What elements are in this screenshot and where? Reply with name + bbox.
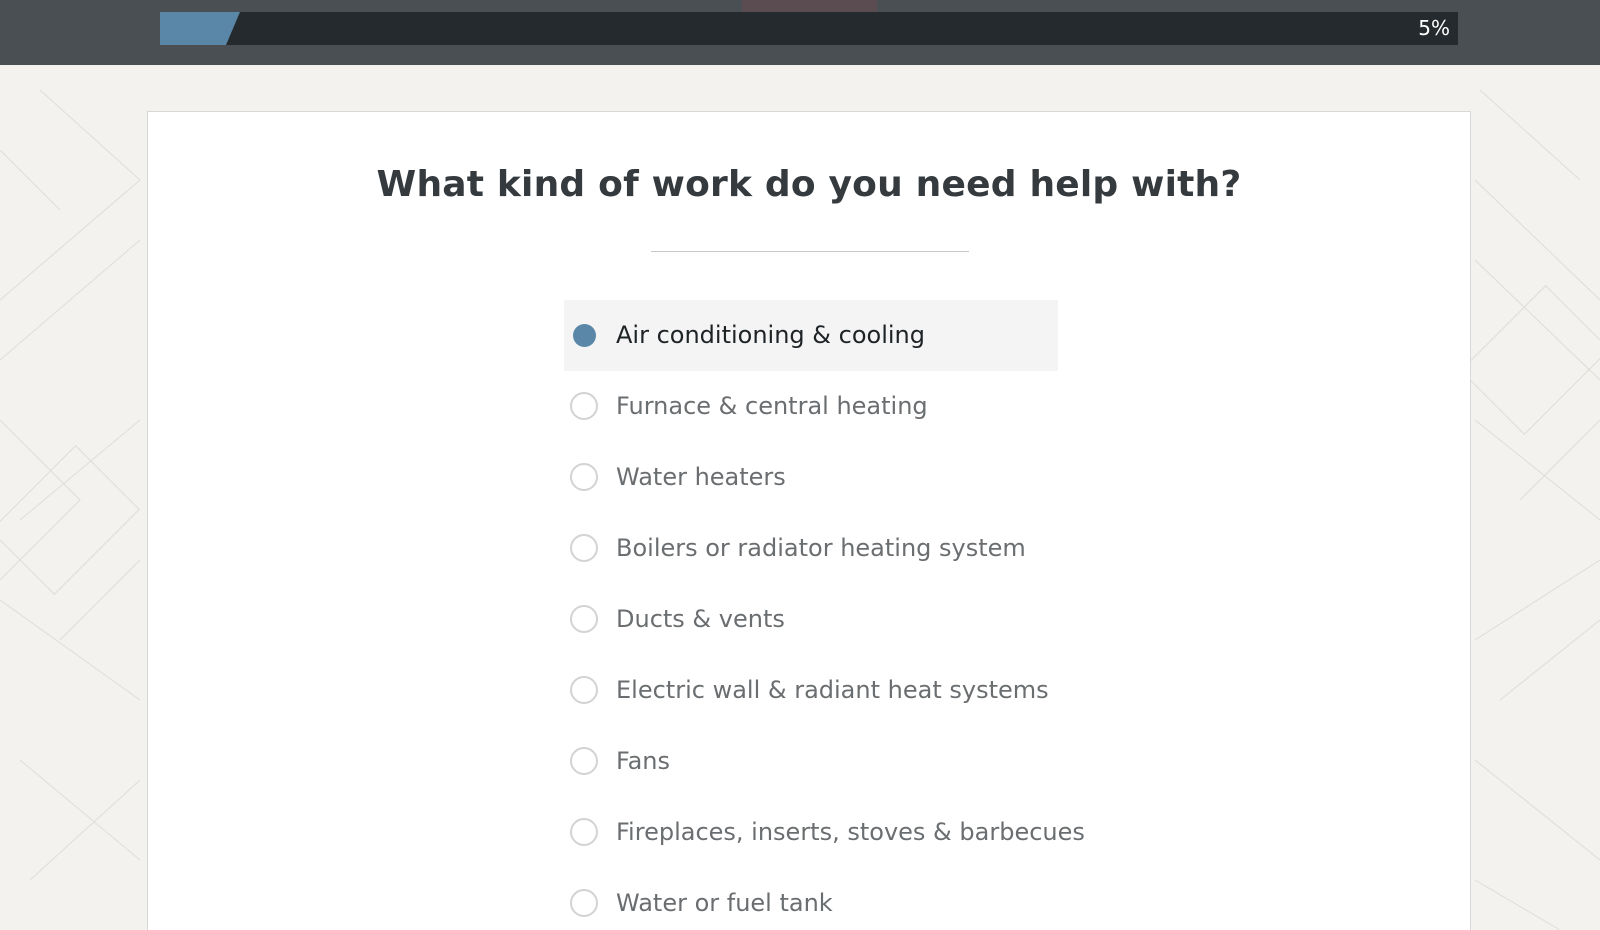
option-item[interactable]: Electric wall & radiant heat systems: [564, 655, 1058, 726]
option-item[interactable]: Boilers or radiator heating system: [564, 513, 1058, 584]
option-item[interactable]: Furnace & central heating: [564, 371, 1058, 442]
radio-unselected-icon[interactable]: [570, 534, 598, 562]
radio-unselected-icon[interactable]: [570, 747, 598, 775]
radio-selected-icon[interactable]: [570, 321, 598, 349]
top-bar: 5%: [0, 0, 1600, 65]
option-label: Fireplaces, inserts, stoves & barbecues: [616, 818, 1085, 846]
title-divider: [651, 251, 969, 252]
radio-unselected-icon[interactable]: [570, 605, 598, 633]
option-label: Furnace & central heating: [616, 392, 928, 420]
option-item[interactable]: Water or fuel tank: [564, 868, 1058, 930]
option-item[interactable]: Fireplaces, inserts, stoves & barbecues: [564, 797, 1085, 868]
progress-bar-fill: [160, 12, 240, 45]
option-label: Air conditioning & cooling: [616, 321, 925, 349]
question-title: What kind of work do you need help with?: [376, 164, 1242, 205]
progress-bar: 5%: [160, 12, 1458, 45]
radio-unselected-icon[interactable]: [570, 889, 598, 917]
option-item[interactable]: Water heaters: [564, 442, 1058, 513]
radio-unselected-icon[interactable]: [570, 676, 598, 704]
question-card: What kind of work do you need help with?…: [147, 111, 1471, 930]
option-label: Water heaters: [616, 463, 786, 491]
radio-unselected-icon[interactable]: [570, 463, 598, 491]
topbar-tab-marker: [742, 0, 877, 12]
options-list: Air conditioning & cooling Furnace & cent…: [564, 300, 1164, 930]
option-label: Water or fuel tank: [616, 889, 833, 917]
option-label: Electric wall & radiant heat systems: [616, 676, 1049, 704]
option-label: Fans: [616, 747, 671, 775]
radio-unselected-icon[interactable]: [570, 818, 598, 846]
option-label: Ducts & vents: [616, 605, 785, 633]
option-label: Boilers or radiator heating system: [616, 534, 1026, 562]
option-item[interactable]: Fans: [564, 726, 1058, 797]
option-item[interactable]: Air conditioning & cooling: [564, 300, 1058, 371]
radio-unselected-icon[interactable]: [570, 392, 598, 420]
option-item[interactable]: Ducts & vents: [564, 584, 1058, 655]
progress-percent-label: 5%: [1418, 16, 1450, 40]
